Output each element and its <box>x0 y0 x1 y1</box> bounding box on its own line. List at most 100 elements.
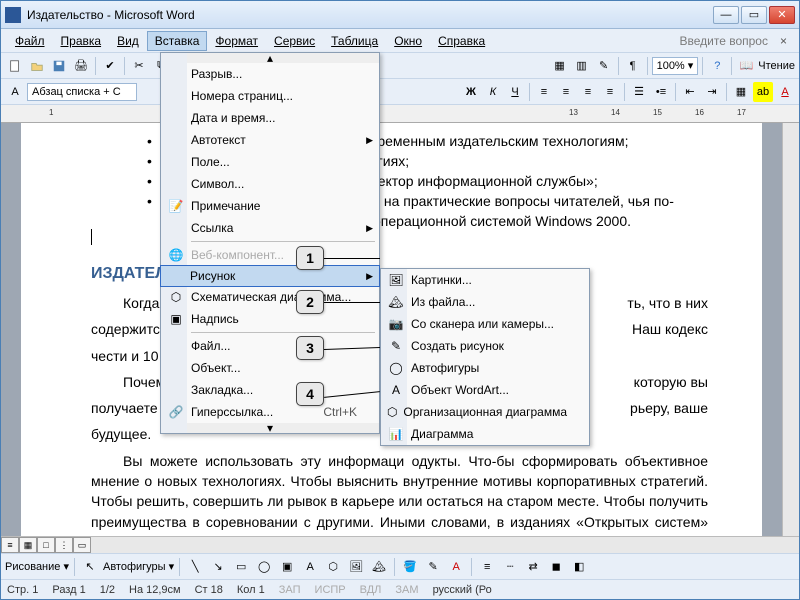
insert-menu-item[interactable]: 🌐Веб-компонент... <box>161 244 379 266</box>
status-ext[interactable]: ВДЛ <box>360 584 382 596</box>
minimize-button[interactable]: — <box>713 6 739 24</box>
new-doc-icon[interactable] <box>5 56 25 76</box>
status-rec[interactable]: ЗАП <box>279 584 301 596</box>
shadow-icon[interactable]: ◼ <box>546 557 566 577</box>
wordart-icon[interactable]: A <box>300 557 320 577</box>
clipart-icon[interactable]: 🖼 <box>346 557 366 577</box>
maximize-button[interactable]: ▭ <box>741 6 767 24</box>
spell-icon[interactable]: ✔ <box>100 56 120 76</box>
ask-question-box[interactable]: Введите вопрос <box>679 34 768 48</box>
insert-menu-item[interactable]: Автотекст▶ <box>161 129 379 151</box>
style-combo[interactable]: Абзац списка + С <box>27 83 137 101</box>
close-button[interactable]: ✕ <box>769 6 795 24</box>
dash-style-icon[interactable]: ┄ <box>500 557 520 577</box>
show-formatting-icon[interactable]: ¶ <box>623 56 643 76</box>
outline-view-icon[interactable]: ⋮ <box>55 537 73 553</box>
picture-submenu-item[interactable]: ⬡Организационная диаграмма <box>381 401 589 423</box>
indent-icon[interactable]: ⇥ <box>702 82 722 102</box>
line-icon[interactable]: ╲ <box>185 557 205 577</box>
menu-insert[interactable]: Вставка <box>147 31 208 51</box>
picture-submenu-item[interactable]: 📷Со сканера или камеры... <box>381 313 589 335</box>
rectangle-icon[interactable]: ▭ <box>231 557 251 577</box>
web-view-icon[interactable]: ▦ <box>19 537 37 553</box>
line-style-icon[interactable]: ≡ <box>477 557 497 577</box>
align-left-icon[interactable]: ≡ <box>534 82 554 102</box>
vertical-scrollbar[interactable] <box>782 123 799 536</box>
reading-label[interactable]: Чтение <box>758 60 795 72</box>
align-center-icon[interactable]: ≡ <box>556 82 576 102</box>
insert-menu-item[interactable]: Файл... <box>161 335 379 357</box>
picture-submenu-item[interactable]: AОбъект WordArt... <box>381 379 589 401</box>
picture-submenu-item[interactable]: 🏔Из файла... <box>381 291 589 313</box>
arrow-icon[interactable]: ↘ <box>208 557 228 577</box>
align-right-icon[interactable]: ≡ <box>578 82 598 102</box>
status-lang[interactable]: русский (Ро <box>433 584 492 596</box>
menu-scroll-up-icon[interactable]: ▴ <box>161 53 379 63</box>
status-trk[interactable]: ИСПР <box>315 584 346 596</box>
menu-window[interactable]: Окно <box>386 31 430 51</box>
insert-menu-item[interactable]: Разрыв... <box>161 63 379 85</box>
textbox-icon[interactable]: ▣ <box>277 557 297 577</box>
diagram-icon[interactable]: ⬡ <box>323 557 343 577</box>
insert-menu-item[interactable]: Объект... <box>161 357 379 379</box>
3d-icon[interactable]: ◧ <box>569 557 589 577</box>
underline-icon[interactable]: Ч <box>505 82 525 102</box>
menu-file[interactable]: Файл <box>7 31 53 51</box>
numbering-icon[interactable]: ☰ <box>629 82 649 102</box>
help-icon[interactable]: ? <box>707 56 727 76</box>
oval-icon[interactable]: ◯ <box>254 557 274 577</box>
status-ovr[interactable]: ЗАМ <box>395 584 418 596</box>
reading-view-icon[interactable]: ▭ <box>73 537 91 553</box>
outdent-icon[interactable]: ⇤ <box>680 82 700 102</box>
picture-submenu-item[interactable]: 🖼Картинки... <box>381 269 589 291</box>
insert-menu-item[interactable]: Поле... <box>161 151 379 173</box>
bullets-icon[interactable]: •≡ <box>651 82 671 102</box>
menu-view[interactable]: Вид <box>109 31 147 51</box>
fill-color-icon[interactable]: 🪣 <box>400 557 420 577</box>
insert-menu-item[interactable]: ▣Надпись <box>161 308 379 330</box>
menu-format[interactable]: Формат <box>207 31 266 51</box>
insert-menu-item[interactable]: Ссылка▶ <box>161 217 379 239</box>
menu-tools[interactable]: Сервис <box>266 31 323 51</box>
menu-edit[interactable]: Правка <box>53 31 110 51</box>
menu-help[interactable]: Справка <box>430 31 493 51</box>
zoom-combo[interactable]: 100% ▾ <box>652 57 699 75</box>
picture-submenu-item[interactable]: 📊Диаграмма <box>381 423 589 445</box>
print-view-icon[interactable]: □ <box>37 537 55 553</box>
insert-menu-item[interactable]: ⬡Схематическая диаграмма... <box>161 286 379 308</box>
select-objects-icon[interactable]: ↖ <box>80 557 100 577</box>
doc-close-button[interactable]: × <box>774 34 793 48</box>
bold-icon[interactable]: Ж <box>461 82 481 102</box>
font-color-draw-icon[interactable]: A <box>446 557 466 577</box>
horizontal-scrollbar[interactable] <box>91 537 799 553</box>
insert-menu-item[interactable]: 🔗Гиперссылка...Ctrl+K <box>161 401 379 423</box>
italic-icon[interactable]: К <box>483 82 503 102</box>
picture-icon[interactable]: 🏔 <box>369 557 389 577</box>
line-color-icon[interactable]: ✎ <box>423 557 443 577</box>
border-icon[interactable]: ▦ <box>731 82 751 102</box>
insert-menu-item[interactable]: Символ... <box>161 173 379 195</box>
picture-submenu-item[interactable]: ✎Создать рисунок <box>381 335 589 357</box>
font-color-icon[interactable]: A <box>775 82 795 102</box>
menu-table[interactable]: Таблица <box>323 31 386 51</box>
reading-icon[interactable]: 📖 <box>736 56 756 76</box>
columns-icon[interactable]: ▥ <box>572 56 592 76</box>
autoshapes-menu[interactable]: Автофигуры ▾ <box>103 560 174 573</box>
picture-submenu-item[interactable]: ◯Автофигуры <box>381 357 589 379</box>
drawing-icon[interactable]: ✎ <box>594 56 614 76</box>
print-icon[interactable]: 🖨 <box>71 56 91 76</box>
horizontal-ruler[interactable]: 1 13 14 15 16 17 <box>1 105 799 123</box>
justify-icon[interactable]: ≡ <box>600 82 620 102</box>
highlight-icon[interactable]: ab <box>753 82 773 102</box>
menu-scroll-down-icon[interactable]: ▾ <box>161 423 379 433</box>
draw-menu[interactable]: Рисование ▾ <box>5 560 69 573</box>
normal-view-icon[interactable]: ≡ <box>1 537 19 553</box>
table-icon[interactable]: ▦ <box>550 56 570 76</box>
cut-icon[interactable]: ✂ <box>129 56 149 76</box>
insert-menu-item[interactable]: 📝Примечание <box>161 195 379 217</box>
open-icon[interactable] <box>27 56 47 76</box>
save-icon[interactable] <box>49 56 69 76</box>
arrow-style-icon[interactable]: ⇄ <box>523 557 543 577</box>
styles-icon[interactable]: A <box>5 82 25 102</box>
insert-menu-item[interactable]: Дата и время... <box>161 107 379 129</box>
